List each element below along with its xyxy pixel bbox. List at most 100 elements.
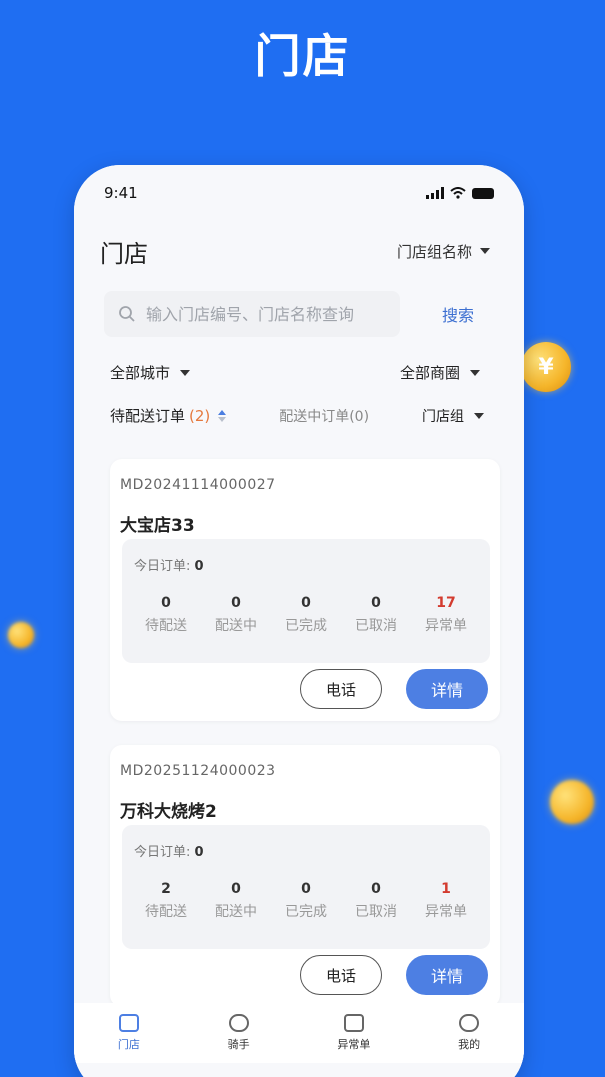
search-input[interactable] (146, 304, 386, 324)
phone-button[interactable]: 电话 (300, 955, 382, 995)
phone-button[interactable]: 电话 (300, 669, 382, 709)
status-time: 9:41 (104, 184, 138, 202)
tabbar-item-abnormal[interactable]: 异常单 (337, 1014, 370, 1052)
group-select[interactable]: 门店组名称 (397, 241, 490, 262)
stat-completed[interactable]: 0 已完成 (272, 595, 340, 635)
stat-pending[interactable]: 0 待配送 (132, 595, 200, 635)
stat-value: 0 (301, 595, 311, 611)
stat-value: 0 (161, 595, 171, 611)
stat-value: 1 (441, 881, 451, 897)
tab-delivering-orders[interactable]: 配送中订单(0) (279, 406, 369, 426)
stat-abnormal[interactable]: 1 异常单 (412, 881, 480, 921)
tabbar-label: 门店 (117, 1038, 140, 1051)
search-button[interactable]: 搜索 (442, 302, 474, 326)
today-orders-label: 今日订单: (134, 559, 191, 574)
detail-button[interactable]: 详情 (406, 955, 488, 995)
tabbar-label: 骑手 (227, 1038, 250, 1051)
signal-icon (426, 187, 444, 199)
caret-down-icon (480, 248, 490, 254)
caret-down-icon (180, 369, 191, 376)
city-filter[interactable]: 全部城市 (110, 362, 191, 383)
search-box (104, 291, 400, 337)
stat-value: 0 (371, 881, 381, 897)
stat-label: 异常单 (425, 904, 467, 920)
user-icon (459, 1014, 480, 1032)
stat-value: 0 (301, 881, 311, 897)
wifi-icon (450, 187, 466, 199)
search-icon (119, 306, 135, 322)
stat-completed[interactable]: 0 已完成 (272, 881, 340, 921)
store-name: 大宝店33 (120, 516, 195, 536)
store-group-label: 门店组 (421, 408, 464, 425)
stat-cancelled[interactable]: 0 已取消 (342, 881, 410, 921)
stat-label: 异常单 (425, 618, 467, 634)
tabbar-item-rider[interactable]: 骑手 (228, 1014, 250, 1052)
stat-label: 待配送 (145, 904, 187, 920)
app-screen: 9:41 门店 门店组名称 输入门店编号、门店名称查询 搜索 全部城市 全部商圈… (74, 165, 524, 1077)
stat-label: 已取消 (355, 618, 397, 634)
stat-value: 0 (231, 881, 241, 897)
stat-row: 0 待配送 0 配送中 0 已完成 0 已取消 17 异常单 (132, 595, 480, 635)
store-card: MD20241114000027 大宝店33 今日订单: 0 0 待配送 0 配送中… (110, 459, 500, 721)
stat-value: 0 (371, 595, 381, 611)
today-orders: 今日订单: 0 (134, 555, 204, 574)
tab-pending-orders[interactable]: 待配送订单 (2) (110, 405, 227, 426)
clipboard-icon (343, 1014, 364, 1032)
store-group-filter[interactable]: 门店组 (422, 406, 484, 426)
today-orders-value: 0 (194, 559, 204, 574)
today-orders-value: 0 (194, 845, 204, 860)
sort-icon (218, 409, 227, 422)
stat-cancelled[interactable]: 0 已取消 (342, 595, 410, 635)
tab-pending-count: (2) (189, 406, 211, 425)
stat-label: 配送中 (215, 618, 257, 634)
status-icons (426, 187, 494, 199)
today-orders-label: 今日订单: (134, 845, 191, 860)
today-orders: 今日订单: 0 (134, 841, 204, 860)
caret-down-icon (473, 412, 484, 419)
scooter-icon (228, 1014, 249, 1032)
stat-value: 0 (231, 595, 241, 611)
stat-value: 17 (436, 595, 456, 611)
coin-icon (550, 780, 594, 824)
detail-button[interactable]: 详情 (406, 669, 488, 709)
coin-icon: ¥ (521, 342, 571, 392)
stat-label: 已取消 (355, 904, 397, 920)
tabbar-label: 我的 (458, 1038, 481, 1051)
page-title: 门店 (100, 239, 148, 268)
store-icon (118, 1014, 139, 1032)
stat-label: 配送中 (215, 904, 257, 920)
store-code: MD20241114000027 (120, 477, 276, 493)
stat-label: 已完成 (285, 904, 327, 920)
store-stats: 今日订单: 0 0 待配送 0 配送中 0 已完成 0 已取消 17 异常单 (122, 539, 490, 663)
order-tabs: 待配送订单 (2) 配送中订单(0) 门店组 (110, 405, 484, 426)
city-filter-label: 全部城市 (110, 364, 171, 382)
stat-delivering[interactable]: 0 配送中 (202, 595, 270, 635)
stat-label: 待配送 (145, 618, 187, 634)
stat-label: 已完成 (285, 618, 327, 634)
status-bar: 9:41 (104, 183, 494, 203)
stat-delivering[interactable]: 0 配送中 (202, 881, 270, 921)
tabbar-item-mine[interactable]: 我的 (458, 1014, 480, 1052)
coin-icon (8, 622, 34, 648)
filter-row: 全部城市 全部商圈 (110, 362, 480, 383)
battery-icon (472, 187, 494, 199)
stat-abnormal[interactable]: 17 异常单 (412, 595, 480, 635)
caret-down-icon (470, 369, 480, 376)
phone-frame: 9:41 门店 门店组名称 输入门店编号、门店名称查询 搜索 全部城市 全部商圈… (74, 165, 524, 1077)
store-code: MD20251124000023 (120, 763, 276, 779)
store-name: 万科大烧烤2 (120, 802, 217, 822)
store-card: MD20251124000023 万科大烧烤2 今日订单: 0 2 待配送 0 配送… (110, 745, 500, 1007)
hero-title: 门店 (254, 29, 351, 83)
header: 门店 门店组名称 (100, 231, 490, 271)
stat-value: 2 (161, 881, 171, 897)
area-filter[interactable]: 全部商圈 (400, 362, 480, 383)
stat-row: 2 待配送 0 配送中 0 已完成 0 已取消 1 异常单 (132, 881, 480, 921)
tabbar-item-store[interactable]: 门店 (118, 1014, 140, 1052)
store-stats: 今日订单: 0 2 待配送 0 配送中 0 已完成 0 已取消 1 异常单 (122, 825, 490, 949)
tabbar-label: 异常单 (337, 1038, 371, 1051)
stat-pending[interactable]: 2 待配送 (132, 881, 200, 921)
tab-pending-label: 待配送订单 (110, 407, 186, 425)
area-filter-label: 全部商圈 (399, 364, 460, 382)
bottom-tabbar: 门店 骑手 异常单 我的 (74, 1003, 524, 1063)
group-select-label: 门店组名称 (396, 242, 472, 261)
